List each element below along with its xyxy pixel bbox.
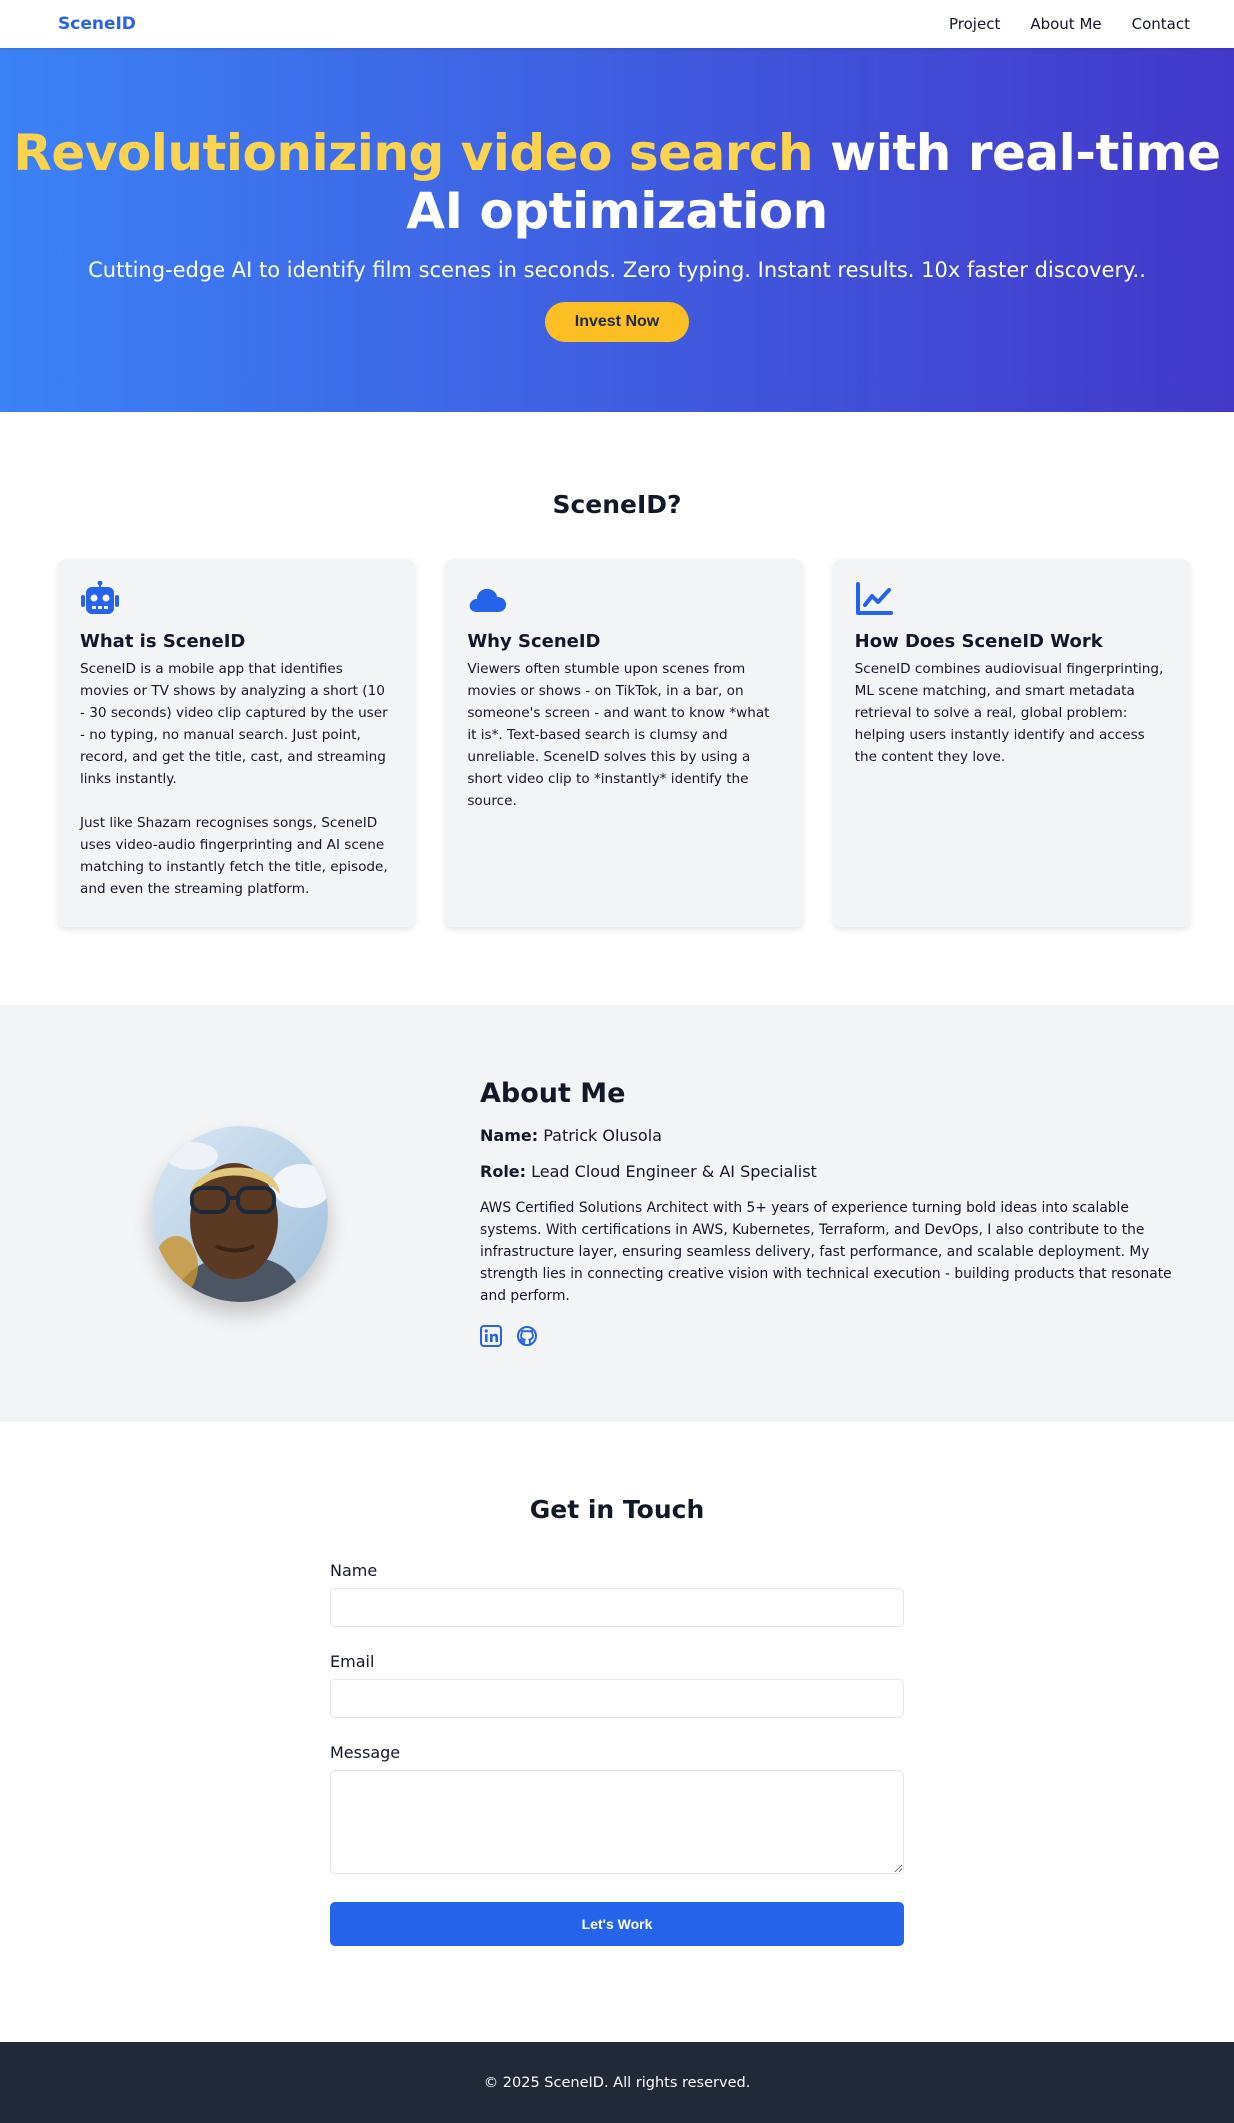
- about-name: Name: Patrick Olusola: [480, 1126, 1190, 1145]
- social-links: [480, 1325, 1190, 1347]
- about-title: About Me: [480, 1078, 626, 1109]
- feature-card-text: Just like Shazam recognises songs, Scene…: [80, 815, 388, 897]
- linkedin-icon[interactable]: [480, 1325, 502, 1347]
- chart-line-icon: [855, 582, 893, 615]
- feature-card-what: What is SceneID SceneID is a mobile app …: [58, 559, 416, 927]
- about-bio: AWS Certified Solutions Architect with 5…: [480, 1200, 1172, 1304]
- about-name-label: Name:: [480, 1126, 539, 1145]
- nav-links: Project About Me Contact: [949, 15, 1190, 33]
- feature-card-title: What is SceneID: [80, 631, 246, 652]
- feature-card-text: Viewers often stumble upon scenes from m…: [467, 661, 770, 809]
- feature-cards: What is SceneID SceneID is a mobile app …: [0, 559, 1234, 927]
- feature-card-title: Why SceneID: [467, 631, 601, 652]
- contact-title: Get in Touch: [529, 1495, 705, 1524]
- about-text: About Me Name: Patrick Olusola Role: Lea…: [480, 1005, 1190, 1422]
- about-photo-column: [0, 1005, 480, 1422]
- nav-link-contact[interactable]: Contact: [1132, 15, 1190, 33]
- features-section: SceneID? What is SceneID SceneID is a mo…: [0, 412, 1234, 1005]
- about-name-value: Patrick Olusola: [543, 1126, 662, 1145]
- message-textarea[interactable]: [330, 1770, 904, 1874]
- contact-form: Name Email Message Let's Work: [330, 1561, 904, 1946]
- invest-now-button[interactable]: Invest Now: [544, 302, 690, 342]
- name-input[interactable]: [330, 1588, 904, 1627]
- message-label: Message: [330, 1743, 401, 1762]
- feature-card-how: How Does SceneID Work SceneID combines a…: [832, 559, 1190, 927]
- nav-link-project[interactable]: Project: [949, 15, 1000, 33]
- feature-card-text: SceneID combines audiovisual fingerprint…: [854, 661, 1164, 765]
- github-icon[interactable]: [516, 1325, 538, 1347]
- contact-section: Get in Touch Name Email Message Let's Wo…: [0, 1422, 1234, 2042]
- nav-link-about-me[interactable]: About Me: [1030, 15, 1101, 33]
- features-title: SceneID?: [552, 490, 682, 519]
- top-nav: SceneID Project About Me Contact: [0, 0, 1234, 48]
- footer: © 2025 SceneID. All rights reserved.: [0, 2042, 1234, 2123]
- feature-card-title: How Does SceneID Work: [854, 631, 1103, 652]
- about-role-label: Role:: [480, 1162, 527, 1181]
- email-label: Email: [330, 1652, 375, 1671]
- avatar: [152, 1125, 328, 1302]
- about-role: Role: Lead Cloud Engineer & AI Specialis…: [480, 1162, 1190, 1181]
- email-input[interactable]: [330, 1679, 904, 1718]
- about-section: About Me Name: Patrick Olusola Role: Lea…: [0, 1005, 1234, 1422]
- hero-title: Revolutionizing video search with real-t…: [0, 124, 1234, 240]
- avatar-image: [152, 1125, 328, 1302]
- hero-title-highlight: Revolutionizing video search: [13, 124, 814, 182]
- brand-logo[interactable]: SceneID: [58, 14, 136, 34]
- hero-subtitle: Cutting-edge AI to identify film scenes …: [88, 258, 1146, 282]
- footer-copyright: © 2025 SceneID. All rights reserved.: [483, 2074, 751, 2091]
- robot-icon: [81, 581, 119, 614]
- about-role-value: Lead Cloud Engineer & AI Specialist: [531, 1162, 817, 1181]
- feature-card-text: SceneID is a mobile app that identifies …: [80, 661, 388, 787]
- cloud-icon: [469, 588, 507, 612]
- lets-work-button[interactable]: Let's Work: [330, 1902, 904, 1946]
- feature-card-why: Why SceneID Viewers often stumble upon s…: [445, 559, 803, 927]
- name-label: Name: [330, 1561, 378, 1580]
- hero-section: Revolutionizing video search with real-t…: [0, 48, 1234, 412]
